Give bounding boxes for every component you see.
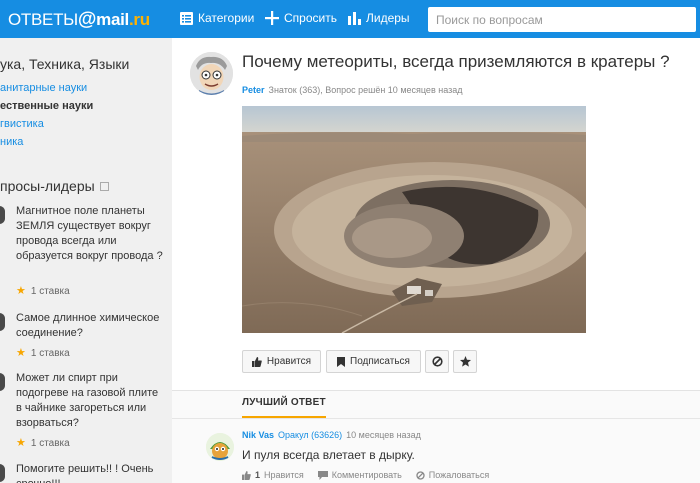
answer-likes-count: 1 — [255, 470, 261, 480]
sidebar: ука, Техника, Языки анитарные науки еств… — [0, 38, 172, 483]
subscribe-button[interactable]: Подписаться — [326, 350, 421, 373]
info-icon[interactable] — [99, 182, 109, 191]
sidebar-link-humanities[interactable]: анитарные науки — [0, 82, 87, 94]
report-label: Пожаловаться — [428, 470, 490, 480]
question-title: Почему метеориты, всегда приземляются в … — [242, 52, 670, 71]
avatar — [0, 464, 5, 482]
block-icon — [431, 356, 443, 367]
block-button[interactable] — [425, 350, 449, 373]
question-author-name[interactable]: Peter — [242, 85, 265, 95]
search-input[interactable] — [428, 7, 696, 32]
crater-image — [241, 106, 594, 334]
crater-photo[interactable] — [241, 106, 594, 334]
question-card: Почему метеориты, всегда приземляются в … — [172, 38, 700, 390]
nav-leaders[interactable]: Лидеры — [348, 11, 410, 25]
logo-at: @ — [77, 9, 97, 30]
thumbs-up-icon — [242, 470, 251, 480]
block-icon — [416, 470, 425, 480]
avatar — [0, 313, 5, 331]
star-icon — [459, 356, 471, 367]
leader-question-meta: ★ 1 ставка — [16, 346, 70, 359]
nav-ask-label: Спросить — [284, 11, 337, 25]
report-button[interactable]: Пожаловаться — [416, 470, 489, 480]
sidebar-link-natural-sciences[interactable]: ественные науки — [0, 100, 93, 112]
main-content: Почему метеориты, всегда приземляются в … — [172, 38, 700, 483]
leader-question-text[interactable]: Магнитное поле планеты ЗЕМЛЯ существует … — [16, 204, 166, 264]
logo-prefix: ОТВЕТЫ — [8, 10, 78, 29]
answer-time: 10 месяцев назад — [346, 430, 421, 440]
leader-question-text[interactable]: Помогите решить!! ! Очень срочно!!! — [16, 462, 166, 483]
star-icon: ★ — [16, 285, 26, 297]
bet-count: 1 ставка — [30, 348, 70, 359]
answer-author-name[interactable]: Nik Vas — [242, 430, 274, 440]
bet-count: 1 ставка — [30, 286, 70, 297]
answer-divider — [172, 418, 700, 419]
bookmark-icon — [337, 356, 346, 367]
leaders-title: просы-лидеры — [0, 178, 109, 194]
plus-icon — [265, 11, 279, 25]
answer-like-label: Нравится — [264, 470, 304, 480]
favorite-button[interactable] — [453, 350, 477, 373]
nav-categories[interactable]: Категории — [180, 11, 254, 25]
logo-mail: mail — [96, 10, 129, 29]
author-avatar[interactable] — [190, 52, 233, 95]
star-icon: ★ — [16, 437, 26, 449]
sidebar-category-title: ука, Техника, Языки — [0, 56, 130, 72]
star-icon: ★ — [16, 347, 26, 359]
comment-button[interactable]: Комментировать — [317, 470, 402, 480]
comment-icon — [317, 470, 328, 480]
thumbs-up-icon — [251, 356, 262, 367]
sidebar-link-technics[interactable]: ника — [0, 136, 23, 148]
answer-author-rank[interactable]: Оракул (63626) — [278, 430, 342, 440]
sidebar-link-linguistics[interactable]: гвистика — [0, 118, 44, 130]
comment-label: Комментировать — [331, 470, 402, 480]
bet-count: 1 ставка — [30, 438, 70, 449]
question-author-line: Peter Знаток (363), Вопрос решён 10 месяц… — [242, 85, 462, 95]
nav-leaders-label: Лидеры — [366, 11, 410, 25]
best-answer-label: ЛУЧШИЙ ОТВЕТ — [242, 397, 326, 418]
top-header: ОТВЕТЫ@mail.ru Категории Спросить Лидеры — [0, 0, 700, 38]
answer-text: И пуля всегда влетает в дырку. — [242, 448, 415, 462]
logo-ru: .ru — [128, 10, 150, 29]
avatar — [0, 373, 5, 391]
like-question-button[interactable]: Нравится — [242, 350, 321, 373]
avatar — [0, 206, 5, 224]
nav-categories-label: Категории — [198, 11, 255, 25]
subscribe-label: Подписаться — [350, 356, 410, 367]
like-answer-button[interactable]: 1 Нравится — [242, 470, 304, 480]
cartoon-avatar-icon — [190, 52, 233, 95]
leader-question-text[interactable]: Самое длинное химическое соединение? — [16, 311, 166, 341]
bar-chart-icon — [348, 12, 361, 25]
nav-ask[interactable]: Спросить — [265, 11, 337, 25]
answer-actions: 1 Нравится Комментировать Пожаловаться — [242, 470, 489, 480]
leaders-title-text: просы-лидеры — [0, 178, 95, 194]
site-logo[interactable]: ОТВЕТЫ@mail.ru — [8, 9, 150, 31]
best-answer-section: ЛУЧШИЙ ОТВЕТ Nik Vas Оракул (63626) 10 мес… — [172, 391, 700, 483]
question-author-meta: Знаток (363), Вопрос решён 10 месяцев на… — [268, 85, 463, 95]
owl-avatar-icon — [206, 433, 234, 461]
answer-author-avatar[interactable] — [206, 433, 234, 461]
leader-question-text[interactable]: Может ли спирт при подогреве на газовой … — [16, 371, 166, 431]
leader-question-meta: ★ 1 ставка — [16, 284, 70, 297]
leader-question-meta: ★ 1 ставка — [16, 436, 70, 449]
like-question-label: Нравится — [266, 356, 312, 367]
answer-author-line: Nik Vas Оракул (63626) 10 месяцев назад — [242, 430, 421, 440]
list-icon — [180, 12, 193, 25]
